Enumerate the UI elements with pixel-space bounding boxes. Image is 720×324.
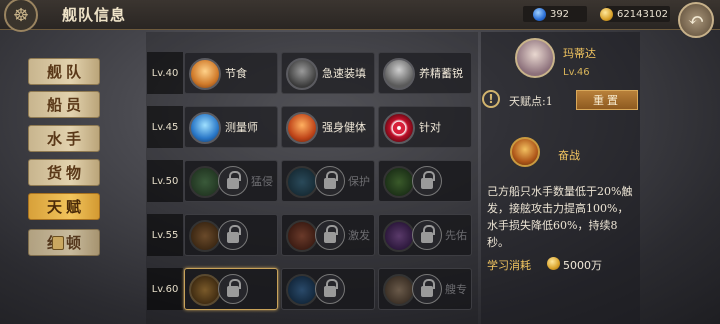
captain-name: 玛蒂达 [563, 47, 596, 60]
telescope-icon [189, 112, 221, 144]
skill-locked[interactable]: 艘专 [378, 268, 472, 310]
skill-locked[interactable]: 保护 [281, 160, 375, 202]
skill-diet[interactable]: 节食 [184, 52, 278, 94]
level-label: Lv.50 [147, 160, 183, 202]
coin-icon [600, 7, 614, 21]
padlock-icon [218, 274, 248, 304]
padlock-icon [315, 274, 345, 304]
page-title: 舰队信息 [62, 6, 127, 24]
captain-level: Lv.46 [563, 67, 590, 78]
skill-rapid-reload[interactable]: 急速装填 [281, 52, 375, 94]
learn-cost-label: 学习消耗 [487, 259, 531, 272]
tab-sailors[interactable]: 水手 [28, 125, 100, 152]
level-label: Lv.55 [147, 214, 183, 256]
learn-cost-value: 5000万 [563, 259, 602, 272]
padlock-icon [412, 274, 442, 304]
skill-surveyor[interactable]: 测量师 [184, 106, 278, 148]
back-button[interactable]: ↶ [678, 2, 714, 38]
padlock-icon [218, 220, 248, 250]
skill-fervor-selected[interactable] [184, 268, 278, 310]
locked-skill-icon [383, 220, 415, 252]
gold-counter: 62143102 [600, 6, 670, 22]
tab-fleet[interactable]: 舰队 [28, 58, 100, 85]
eye-icon [286, 274, 318, 306]
detail-panel [481, 32, 640, 324]
ship-wheel-icon: ☸ [4, 0, 38, 32]
level-label: Lv.60 [147, 268, 183, 310]
locked-skill-icon [189, 220, 221, 252]
locked-skill-icon [286, 166, 318, 198]
locked-skill-icon [189, 166, 221, 198]
exclamation-icon: ! [482, 90, 500, 108]
skill-target[interactable]: 针对 [378, 106, 472, 148]
gem-icon [532, 7, 546, 21]
locked-skill-icon [286, 220, 318, 252]
locked-skill-icon [383, 274, 415, 306]
mushroom-cloud-icon [189, 58, 221, 90]
skill-description: 己方船只水手数量低于20%触发，接舷攻击力提高100%，水手损失降低60%，持续… [487, 185, 633, 249]
padlock-icon [218, 166, 248, 196]
talent-points: 天赋点:1 [509, 95, 553, 108]
padlock-icon [315, 166, 345, 196]
skill-locked[interactable]: 激发 [281, 214, 375, 256]
tab-locked[interactable]: 纪顿 [28, 229, 100, 256]
lock-icon [52, 236, 64, 250]
coin-icon [547, 257, 560, 270]
reset-button[interactable]: 重置 [576, 90, 638, 110]
top-bar: ☸ 舰队信息 392 62143102 [0, 0, 720, 32]
skill-locked[interactable] [378, 160, 472, 202]
gem-counter: 392 [523, 6, 587, 22]
skill-locked[interactable]: 猛侵 [184, 160, 278, 202]
figure-icon [383, 58, 415, 90]
cannonball-icon [286, 58, 318, 90]
muscle-icon [286, 112, 318, 144]
padlock-icon [412, 220, 442, 250]
locked-skill-icon [189, 274, 221, 306]
back-arrow-icon: ↶ [687, 8, 705, 32]
captain-avatar[interactable] [515, 38, 555, 78]
skill-locked[interactable] [281, 268, 375, 310]
padlock-icon [315, 220, 345, 250]
crosshair-icon [383, 112, 415, 144]
selected-skill-name: 奋战 [558, 149, 580, 162]
skill-locked[interactable]: 先佑 [378, 214, 472, 256]
skill-locked[interactable] [184, 214, 278, 256]
skill-rest[interactable]: 养精蓄锐 [378, 52, 472, 94]
tab-crew[interactable]: 船员 [28, 91, 100, 118]
fervor-skill-icon [510, 137, 540, 167]
level-label: Lv.45 [147, 106, 183, 148]
tab-cargo[interactable]: 货物 [28, 159, 100, 186]
level-label: Lv.40 [147, 52, 183, 94]
skill-fitness[interactable]: 强身健体 [281, 106, 375, 148]
locked-skill-icon [383, 166, 415, 198]
tab-talent[interactable]: 天赋 [28, 193, 100, 220]
padlock-icon [412, 166, 442, 196]
